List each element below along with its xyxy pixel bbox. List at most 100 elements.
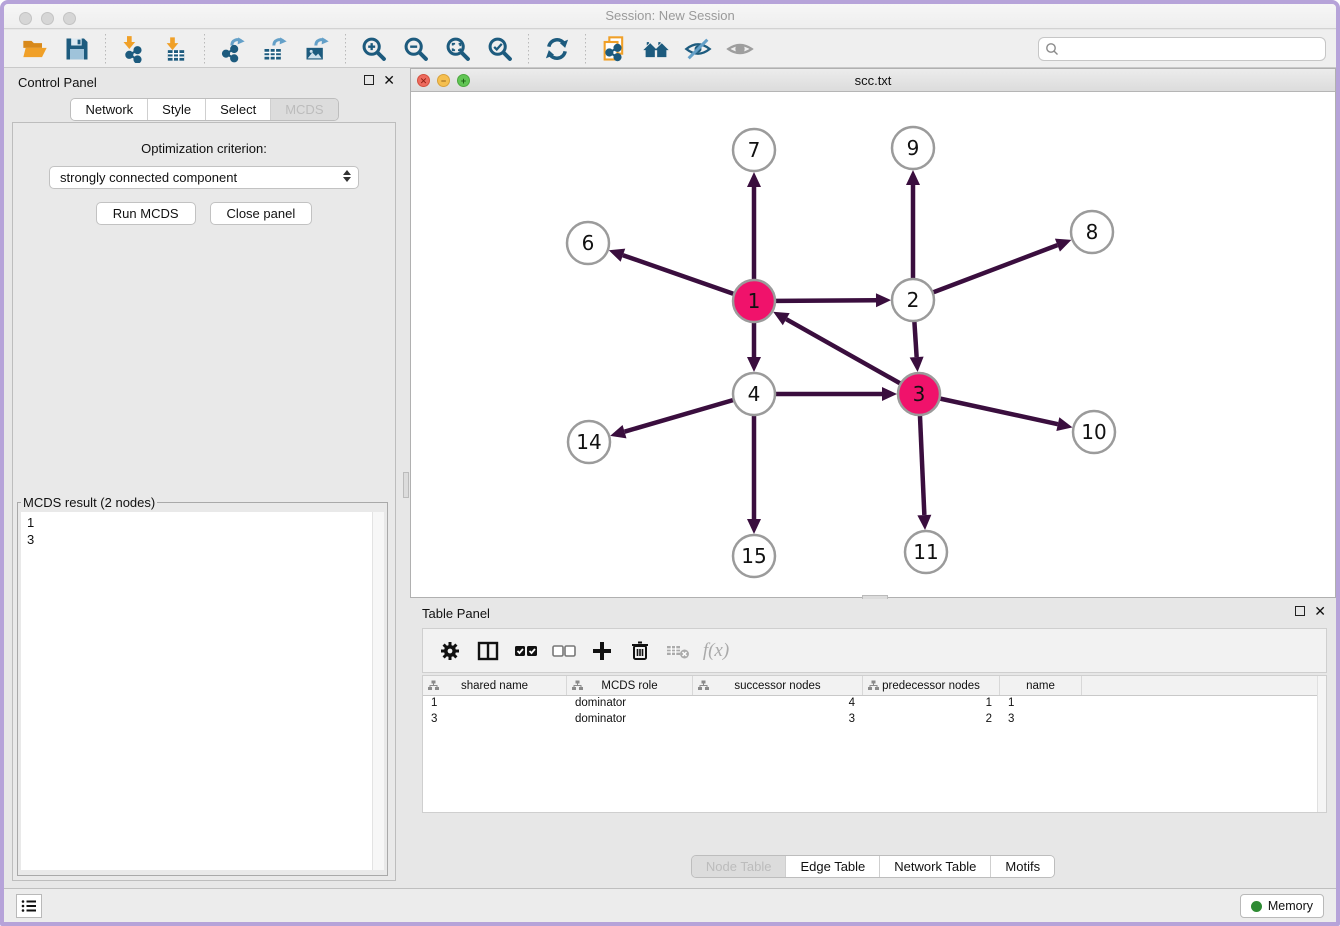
window-title: Session: New Session bbox=[4, 8, 1336, 23]
edge-arrow-4-14 bbox=[610, 425, 626, 438]
node-label-3: 3 bbox=[913, 382, 926, 406]
close-panel-button[interactable]: Close panel bbox=[210, 202, 313, 225]
node-table: shared name MCDS rolesuccessor nodesprede… bbox=[422, 675, 1327, 813]
refresh-icon[interactable] bbox=[542, 34, 572, 64]
import-network-icon[interactable] bbox=[119, 34, 149, 64]
export-table-icon[interactable] bbox=[260, 34, 290, 64]
deselect-all-icon[interactable] bbox=[547, 636, 581, 666]
table-cell[interactable]: 3 bbox=[1000, 712, 1082, 728]
export-image-icon[interactable] bbox=[302, 34, 332, 64]
tab-select[interactable]: Select bbox=[206, 99, 271, 120]
node-table-header: shared name MCDS rolesuccessor nodesprede… bbox=[423, 676, 1326, 696]
table-cell[interactable]: dominator bbox=[567, 712, 693, 728]
control-panel-header: Control Panel ✕ bbox=[4, 68, 405, 96]
tab-node-table[interactable]: Node Table bbox=[692, 856, 787, 877]
toolbar-separator bbox=[528, 34, 529, 64]
close-table-panel-icon[interactable]: ✕ bbox=[1314, 606, 1326, 616]
settings-icon[interactable] bbox=[433, 636, 467, 666]
column-tree-icon bbox=[572, 680, 583, 694]
optimization-criterion-label: Optimization criterion: bbox=[13, 141, 395, 156]
network-view-window: ✕ − + scc.txt 1234678910111415 bbox=[410, 68, 1336, 598]
mcds-result-scrollbar[interactable] bbox=[372, 512, 384, 870]
edge-2-8[interactable] bbox=[913, 245, 1057, 300]
node-label-7: 7 bbox=[748, 138, 761, 162]
tab-network-table[interactable]: Network Table bbox=[880, 856, 991, 877]
node-table-scrollbar[interactable] bbox=[1317, 676, 1326, 812]
zoom-out-icon[interactable] bbox=[401, 34, 431, 64]
tab-mcds[interactable]: MCDS bbox=[271, 99, 337, 120]
network-window-title: scc.txt bbox=[411, 73, 1335, 88]
table-row[interactable]: 3dominator323 bbox=[423, 712, 1326, 728]
table-tabs: Node TableEdge TableNetwork TableMotifs bbox=[410, 855, 1336, 878]
delete-table-icon bbox=[661, 636, 695, 666]
tab-motifs[interactable]: Motifs bbox=[991, 856, 1054, 877]
table-row[interactable]: 1dominator411 bbox=[423, 696, 1326, 712]
function-builder-icon: f(x) bbox=[699, 636, 733, 666]
table-cell[interactable]: 1 bbox=[863, 696, 1000, 712]
float-panel-icon[interactable] bbox=[364, 75, 374, 85]
status-bar: Memory bbox=[4, 888, 1336, 922]
hide-details-icon[interactable] bbox=[683, 34, 713, 64]
panel-selector-button[interactable] bbox=[16, 894, 42, 918]
tab-edge-table[interactable]: Edge Table bbox=[786, 856, 880, 877]
column-header-predecessor-nodes[interactable]: predecessor nodes bbox=[863, 676, 1000, 695]
column-tree-icon bbox=[428, 680, 439, 694]
table-cell[interactable]: 2 bbox=[863, 712, 1000, 728]
column-label: shared name bbox=[461, 680, 528, 692]
node-label-1: 1 bbox=[748, 289, 761, 313]
table-cell[interactable]: 3 bbox=[693, 712, 863, 728]
table-cell[interactable]: dominator bbox=[567, 696, 693, 712]
float-table-panel-icon[interactable] bbox=[1295, 606, 1305, 616]
add-row-icon[interactable] bbox=[585, 636, 619, 666]
export-network-icon[interactable] bbox=[218, 34, 248, 64]
table-cell[interactable]: 1 bbox=[1000, 696, 1082, 712]
column-header-successor-nodes[interactable]: successor nodes bbox=[693, 676, 863, 695]
close-panel-icon[interactable]: ✕ bbox=[383, 75, 395, 85]
table-cell[interactable]: 4 bbox=[693, 696, 863, 712]
mcds-result-text[interactable]: 1 3 bbox=[21, 512, 384, 870]
application-window: Session: New Session Control Panel ✕ Net… bbox=[0, 0, 1340, 926]
table-panel-title: Table Panel bbox=[422, 606, 490, 621]
zoom-fit-icon[interactable] bbox=[443, 34, 473, 64]
vertical-splitter-handle[interactable] bbox=[403, 472, 409, 498]
column-header-MCDS-role[interactable]: MCDS role bbox=[567, 676, 693, 695]
duplicate-network-icon[interactable] bbox=[599, 34, 629, 64]
run-mcds-button[interactable]: Run MCDS bbox=[96, 202, 196, 225]
optimization-criterion-select[interactable]: strongly connected component bbox=[49, 166, 359, 189]
node-label-8: 8 bbox=[1086, 220, 1099, 244]
table-cell[interactable]: 3 bbox=[423, 712, 567, 728]
select-all-icon[interactable] bbox=[509, 636, 543, 666]
zoom-in-icon[interactable] bbox=[359, 34, 389, 64]
edge-3-1[interactable] bbox=[786, 319, 919, 394]
column-header-name[interactable]: name bbox=[1000, 676, 1082, 695]
node-label-15: 15 bbox=[741, 544, 766, 568]
control-panel-tabs: NetworkStyleSelectMCDS bbox=[4, 98, 405, 121]
control-panel-title: Control Panel bbox=[18, 75, 97, 90]
edge-arrow-2-3 bbox=[910, 357, 924, 372]
network-graph[interactable]: 1234678910111415 bbox=[411, 92, 1335, 597]
column-tree-icon bbox=[698, 680, 709, 694]
show-graphics-icon[interactable] bbox=[725, 34, 755, 64]
edge-arrow-3-11 bbox=[917, 515, 931, 530]
save-session-icon[interactable] bbox=[62, 34, 92, 64]
column-layout-icon[interactable] bbox=[471, 636, 505, 666]
network-canvas[interactable]: 1234678910111415 bbox=[411, 92, 1335, 597]
node-label-6: 6 bbox=[582, 231, 595, 255]
node-label-10: 10 bbox=[1081, 420, 1106, 444]
import-table-icon[interactable] bbox=[161, 34, 191, 64]
memory-button[interactable]: Memory bbox=[1240, 894, 1324, 918]
edge-arrow-1-7 bbox=[747, 172, 761, 187]
mcds-tab-content: Optimization criterion: strongly connect… bbox=[12, 122, 396, 881]
home-icon[interactable] bbox=[641, 34, 671, 64]
column-header-shared-name[interactable]: shared name bbox=[423, 676, 567, 695]
table-panel: Table Panel ✕ f(x) shared name MCDS roles… bbox=[410, 599, 1336, 888]
node-label-9: 9 bbox=[907, 136, 920, 160]
tab-network[interactable]: Network bbox=[71, 99, 148, 120]
tab-style[interactable]: Style bbox=[148, 99, 206, 120]
table-cell[interactable]: 1 bbox=[423, 696, 567, 712]
open-session-icon[interactable] bbox=[20, 34, 50, 64]
zoom-selected-icon[interactable] bbox=[485, 34, 515, 64]
delete-row-icon[interactable] bbox=[623, 636, 657, 666]
network-window-titlebar: ✕ − + scc.txt bbox=[411, 69, 1335, 92]
search-input[interactable] bbox=[1038, 37, 1326, 61]
